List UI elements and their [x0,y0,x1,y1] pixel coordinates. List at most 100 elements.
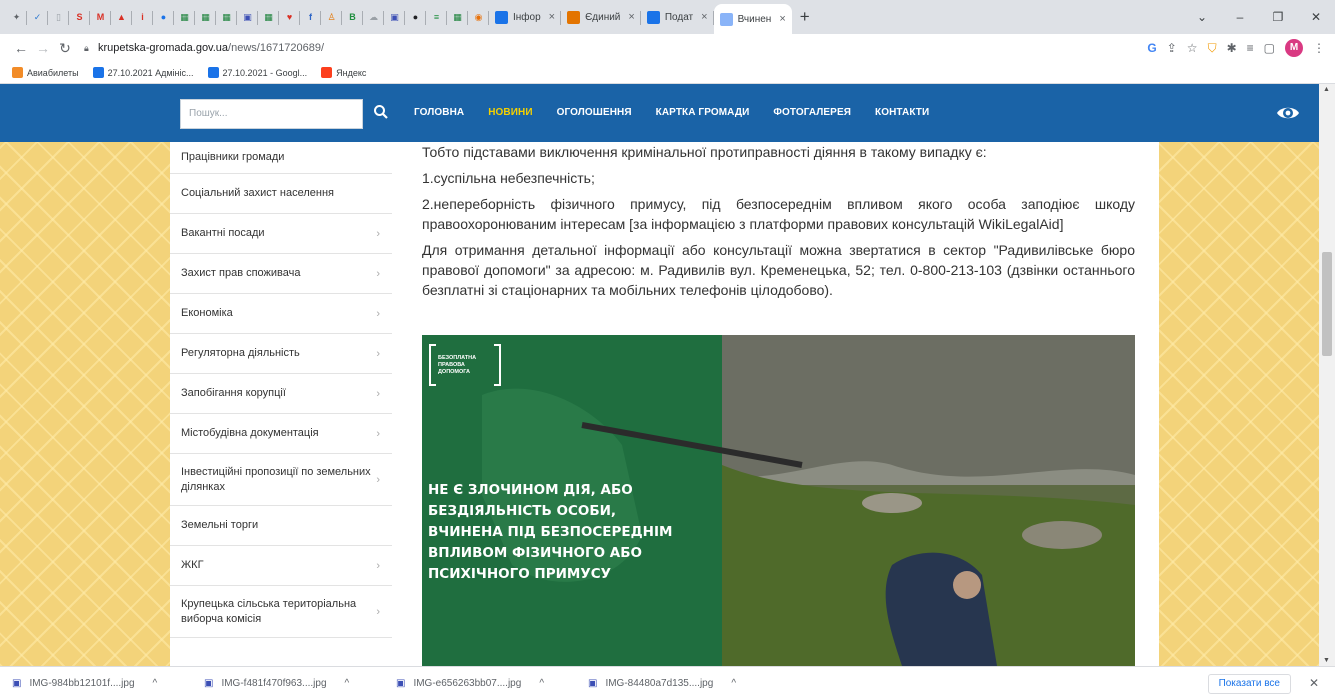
reload-icon[interactable]: ↻ [54,40,76,57]
new-tab-button[interactable]: + [800,7,810,27]
sidebar-item[interactable]: Містобудівна документація › [170,414,392,454]
reading-list-icon[interactable]: ≡ [1247,41,1254,55]
menu-item[interactable]: НОВИНИ [488,107,532,118]
scrollbar-thumb[interactable] [1322,252,1332,356]
browser-tab[interactable]: i [132,0,153,34]
browser-tab[interactable]: ✦ [6,0,27,34]
sidebar-item[interactable]: Регуляторна діяльність › [170,334,392,374]
close-window-icon[interactable]: ✕ [1297,10,1335,24]
sidebar-item-label: Запобігання корупції [181,387,286,399]
sidebar-item[interactable]: Інвестиційні пропозиції по земельних діл… [170,454,392,506]
download-item[interactable]: ▣ IMG-f481f470f963....jpg ^ [204,678,374,689]
browser-tab[interactable]: ✓ [27,0,48,34]
menu-item[interactable]: КАРТКА ГРОМАДИ [656,107,750,118]
chevron-up-icon[interactable]: ^ [539,678,544,689]
bookmark-item[interactable]: Яндекс [321,67,366,78]
address-bar[interactable]: 🔒︎ krupetska-gromada.gov.ua /news/167172… [84,36,1124,60]
browser-tab[interactable]: f [300,0,321,34]
scroll-down-icon[interactable]: ▼ [1323,657,1330,664]
sidebar-item[interactable]: Земельні торги [170,506,392,546]
browser-tab[interactable]: ▦ [258,0,279,34]
bookmark-item[interactable]: 27.10.2021 - Googl... [207,67,307,78]
download-item[interactable]: ▣ IMG-84480a7d135....jpg ^ [588,678,758,689]
browser-tab[interactable]: ▦ [216,0,237,34]
browser-tab[interactable]: Подат × [641,0,714,34]
sidebar-item[interactable]: Вакантні посади › [170,214,392,254]
browser-tab[interactable]: ▣ [237,0,258,34]
bookmark-label: Яндекс [336,67,367,78]
menu-item[interactable]: ГОЛОВНА [414,107,464,118]
download-item[interactable]: ▣ IMG-984bb12101f....jpg ^ [12,678,182,689]
search-input[interactable]: Пошук... [180,99,363,129]
browser-tab[interactable]: ▦ [195,0,216,34]
google-icon[interactable]: G [1147,41,1156,55]
sidebar-item[interactable]: Соціальний захист населення [170,174,392,214]
back-icon[interactable]: ← [10,40,32,56]
bookmarks-bar: Авиабилеты 27.10.2021 Адмініс... 27.10.202… [0,62,1335,84]
browser-tab[interactable]: ▯ [48,0,69,34]
sidebar-item-label: Захист прав споживача [181,267,301,279]
sidebar-item[interactable]: Працівники громади [170,142,392,174]
share-icon[interactable]: ⇪ [1167,41,1177,55]
eye-icon[interactable] [1276,103,1300,123]
menu-item[interactable]: ОГОЛОШЕННЯ [557,107,632,118]
window-controls: ⌄ – ❐ ✕ [1183,0,1335,34]
active-browser-tab[interactable]: Вчинен × [713,4,792,34]
content-area: Працівники громади Соціальний захист насе… [170,142,1159,666]
browser-tab[interactable]: Єдиний × [561,0,641,34]
sidebar-item[interactable]: Економіка › [170,294,392,334]
forward-icon[interactable]: → [32,40,54,56]
minimize-icon[interactable]: – [1221,10,1259,24]
browser-tab[interactable]: Інфор × [489,0,562,34]
close-tab-icon[interactable]: × [779,13,785,25]
search-icon[interactable] [373,104,389,120]
close-tab-icon[interactable]: × [628,11,634,23]
browser-tab[interactable]: ◉ [468,0,489,34]
menu-item[interactable]: ФОТОГАЛЕРЕЯ [773,107,851,118]
profile-avatar[interactable]: M [1285,39,1303,57]
sidebar-item[interactable]: ЖКГ › [170,546,392,586]
close-downloads-icon[interactable]: ✕ [1309,676,1319,690]
browser-tab[interactable]: ☁ [363,0,384,34]
browser-tab[interactable]: ♙ [321,0,342,34]
chevron-up-icon[interactable]: ^ [153,678,158,689]
browser-tab[interactable]: ♥ [279,0,300,34]
scroll-up-icon[interactable]: ▲ [1323,86,1330,93]
browser-tab[interactable]: S [69,0,90,34]
sidebar-item-label: Регуляторна діяльність [181,347,300,359]
browser-tab[interactable]: ● [405,0,426,34]
bookmark-item[interactable]: Авиабилеты [12,67,79,78]
download-filename: IMG-f481f470f963....jpg [221,678,327,689]
browser-tab[interactable]: ▦ [174,0,195,34]
show-all-button[interactable]: Показати все [1207,674,1291,694]
browser-tab[interactable]: ▣ [384,0,405,34]
shield-extension-icon[interactable]: ⛉ [1208,41,1217,56]
menu-item[interactable]: КОНТАКТИ [875,107,929,118]
close-tab-icon[interactable]: × [701,11,707,23]
sidebar-item[interactable]: Запобігання корупції › [170,374,392,414]
tab-search-icon[interactable]: ⌄ [1183,10,1221,24]
sidebar-item[interactable]: Захист прав споживача › [170,254,392,294]
browser-tab[interactable]: B [342,0,363,34]
chevron-up-icon[interactable]: ^ [731,678,736,689]
sidebar-item[interactable]: Крупецька сільська територіальна виборча… [170,586,392,638]
bookmark-item[interactable]: 27.10.2021 Адмініс... [92,67,194,78]
page-scrollbar[interactable]: ▲ ▼ [1319,84,1335,666]
browser-tab[interactable]: ▦ [447,0,468,34]
menu-kebab-icon[interactable]: ⋮ [1313,41,1325,55]
chevron-up-icon[interactable]: ^ [345,678,350,689]
browser-tab[interactable]: ≡ [426,0,447,34]
browser-tab[interactable]: M [90,0,111,34]
restore-icon[interactable]: ❐ [1259,10,1297,24]
chevron-right-icon: › [376,427,380,440]
close-tab-icon[interactable]: × [549,11,555,23]
downloads-bar: ▣ IMG-984bb12101f....jpg ^ ▣ IMG-f481f470f96… [0,666,1335,700]
lock-icon[interactable]: 🔒︎ [84,43,98,54]
browser-tab[interactable]: ▲ [111,0,132,34]
extensions-icon[interactable]: ✱ [1227,41,1237,55]
side-panel-icon[interactable]: ▢ [1264,41,1275,55]
bookmark-star-icon[interactable]: ☆ [1187,41,1198,55]
download-item[interactable]: ▣ IMG-e656263bb07....jpg ^ [396,678,566,689]
browser-tab[interactable]: ● [153,0,174,34]
cloud-tab-icon: ☁ [369,11,378,22]
